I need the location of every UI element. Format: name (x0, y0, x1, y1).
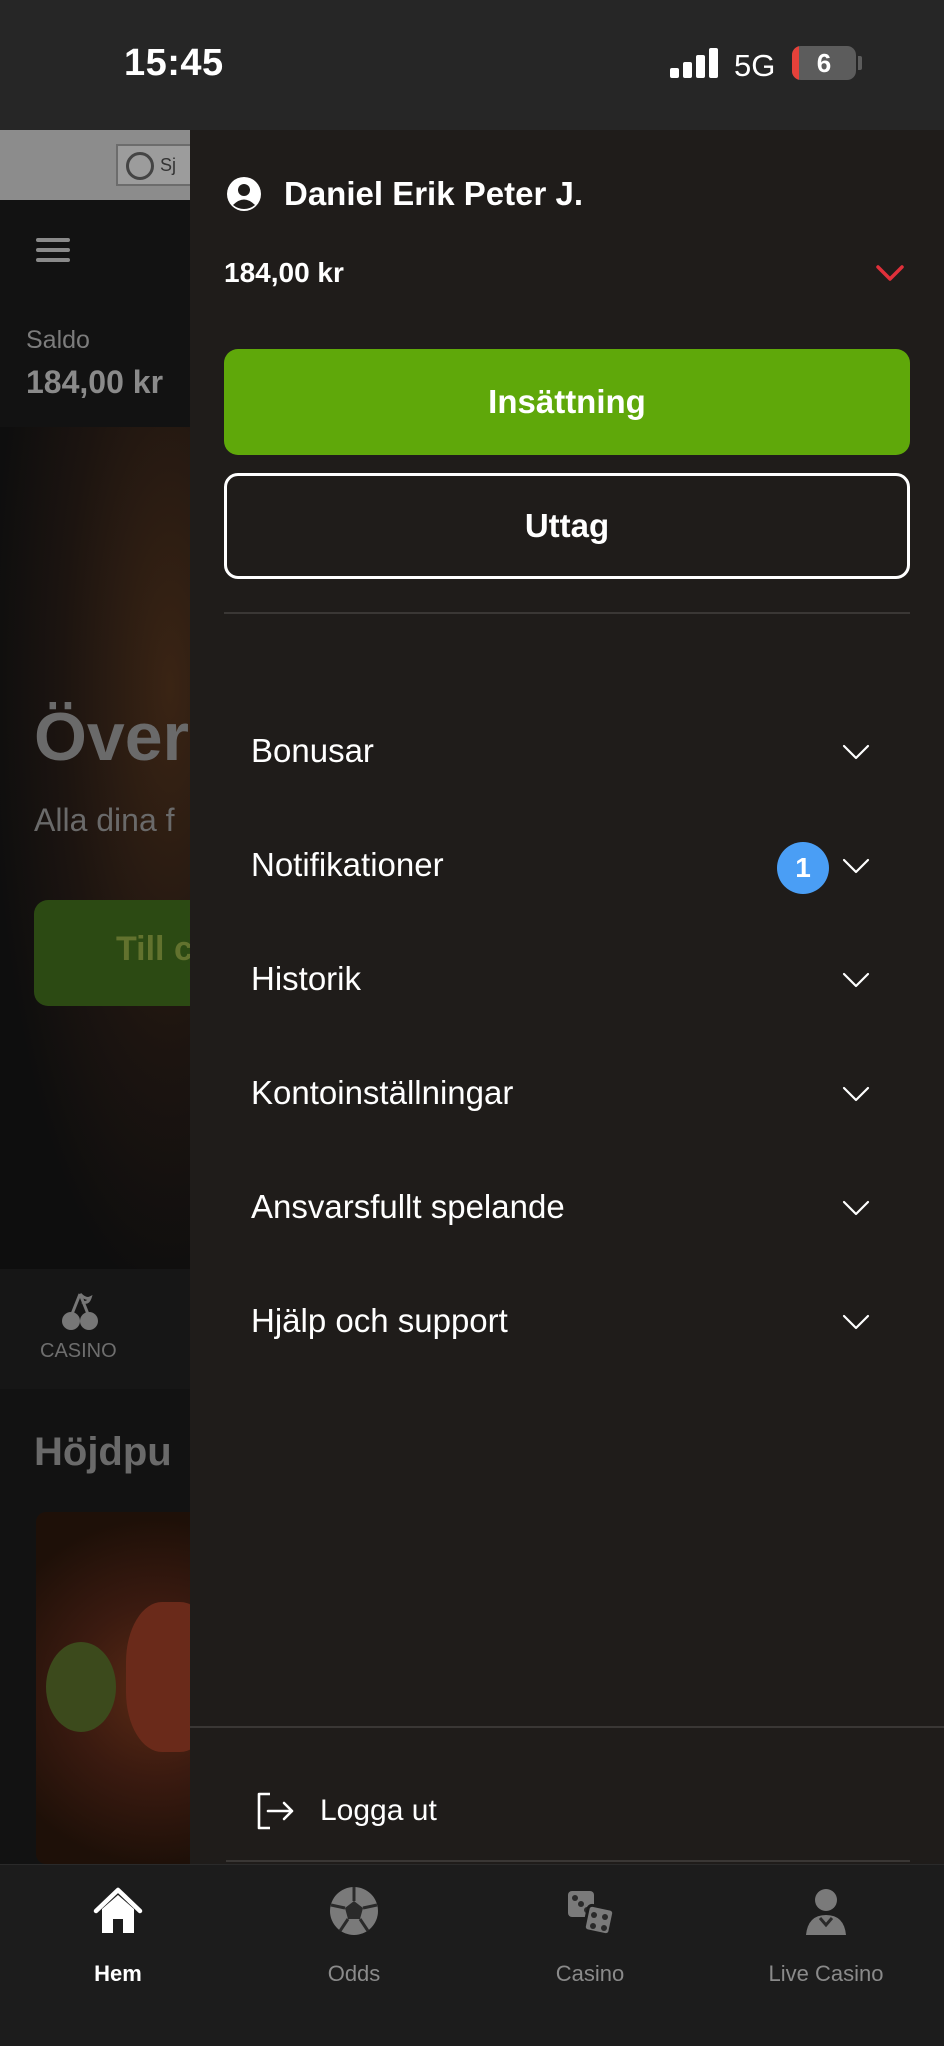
menu-item-ansvarsfullt-spelande[interactable]: Ansvarsfullt spelande (224, 1158, 910, 1258)
battery-level: 6 (816, 48, 832, 78)
top-banner: Sj (0, 130, 190, 200)
deposit-button[interactable]: Insättning (224, 349, 910, 455)
user-row: Daniel Erik Peter J. (226, 174, 583, 214)
status-bar: 15:45 5G 6 (0, 0, 944, 130)
notification-count-badge: 1 (777, 842, 829, 894)
bottom-navigation: Hem Odds Casino Live Casino (0, 1864, 944, 2046)
logout-icon (257, 1792, 294, 1830)
menu-item-notifikationer[interactable]: Notifikationer 1 (224, 816, 910, 916)
account-drawer: Daniel Erik Peter J. 184,00 kr Insättnin… (190, 130, 944, 1864)
menu-item-label: Ansvarsfullt spelande (251, 1188, 565, 1225)
nav-label: Live Casino (768, 1961, 884, 1986)
gauge-icon (126, 152, 154, 180)
saldo-label: Saldo (26, 326, 90, 354)
hero-cta-label: Till c (116, 930, 190, 968)
hero-title: Över (34, 699, 189, 775)
category-casino-label: CASINO (40, 1340, 117, 1362)
nav-label: Odds (327, 1961, 381, 1986)
background-page: Sj Saldo 184,00 kr Över Alla dina f Till… (0, 130, 190, 1864)
hero-subtitle: Alla dina f (34, 802, 175, 838)
chevron-down-icon (842, 744, 870, 760)
user-name: Daniel Erik Peter J. (284, 175, 583, 212)
chevron-down-icon[interactable] (870, 258, 910, 288)
menu-item-bonusar[interactable]: Bonusar (224, 702, 910, 802)
menu-icon[interactable] (36, 238, 70, 268)
football-icon (330, 1887, 378, 1935)
logout-button[interactable]: Logga ut (254, 1786, 437, 1836)
nav-label: Casino (555, 1961, 625, 1986)
menu-item-label: Kontoinställningar (251, 1074, 514, 1111)
home-icon (93, 1887, 143, 1933)
menu-item-label: Hjälp och support (251, 1302, 508, 1339)
status-time: 15:45 (124, 42, 224, 84)
network-type: 5G (734, 48, 776, 83)
menu-item-hjalp-och-support[interactable]: Hjälp och support (224, 1272, 910, 1372)
menu-item-kontoinstallningar[interactable]: Kontoinställningar (224, 1044, 910, 1144)
chevron-down-icon (842, 1314, 870, 1330)
divider (190, 1726, 944, 1728)
signal-icon (670, 48, 720, 78)
divider (226, 1860, 910, 1862)
logout-label: Logga ut (320, 1794, 437, 1827)
user-avatar-icon (227, 177, 261, 211)
hero-banner (0, 427, 190, 1269)
chevron-down-icon (842, 1200, 870, 1216)
nav-item-hem[interactable]: Hem (0, 1865, 236, 2025)
game-tile[interactable] (36, 1512, 190, 1864)
drawer-balance: 184,00 kr (224, 257, 344, 288)
chevron-down-icon (842, 972, 870, 988)
menu-item-historik[interactable]: Historik (224, 930, 910, 1030)
nav-label: Hem (94, 1961, 142, 1986)
menu-item-label: Bonusar (251, 732, 374, 769)
withdraw-button[interactable]: Uttag (224, 473, 910, 579)
banner-badge: Sj (116, 144, 190, 186)
nav-item-live-casino[interactable]: Live Casino (708, 1865, 944, 2025)
hero-cta-button[interactable]: Till c (34, 900, 190, 1006)
chevron-down-icon (842, 1086, 870, 1102)
nav-item-casino[interactable]: Casino (472, 1865, 708, 2025)
cherry-icon[interactable] (58, 1290, 102, 1334)
nav-item-odds[interactable]: Odds (236, 1865, 472, 2025)
battery-icon: 6 (792, 46, 856, 80)
saldo-value: 184,00 kr (26, 364, 164, 400)
chevron-down-icon (842, 858, 870, 874)
banner-text: Sj (160, 155, 177, 175)
section-title: Höjdpu (34, 1430, 172, 1474)
dice-icon (568, 1891, 616, 1937)
menu-item-label: Notifikationer (251, 846, 444, 883)
menu-item-label: Historik (251, 960, 362, 997)
divider (224, 612, 910, 614)
dealer-icon (806, 1889, 846, 1935)
